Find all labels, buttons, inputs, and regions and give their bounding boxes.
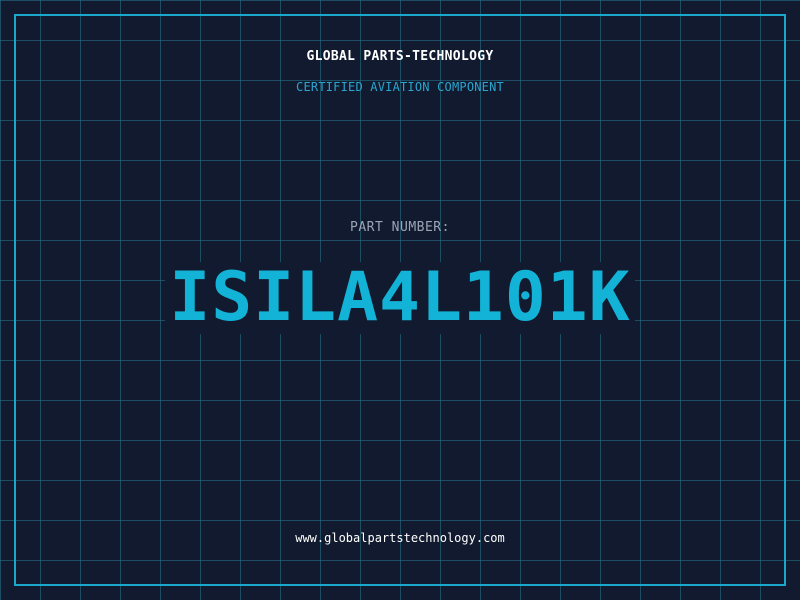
grid-background: GLOBAL PARTS-TECHNOLOGY CERTIFIED AVIATI… xyxy=(0,0,800,600)
part-number-display: ISILA4L101K xyxy=(0,262,800,334)
part-number-label: PART NUMBER: xyxy=(350,220,450,235)
website-url: www.globalpartstechnology.com xyxy=(295,531,505,545)
company-name: GLOBAL PARTS-TECHNOLOGY xyxy=(306,49,494,64)
part-number-value: ISILA4L101K xyxy=(165,262,635,334)
tagline: CERTIFIED AVIATION COMPONENT xyxy=(296,80,504,94)
